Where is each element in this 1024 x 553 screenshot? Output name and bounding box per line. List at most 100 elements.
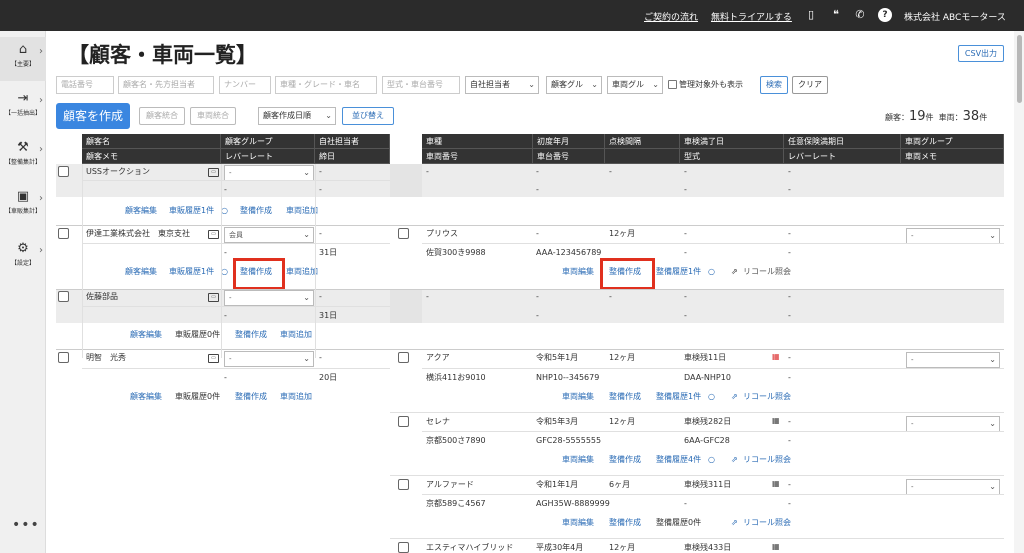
vehicle-group-select[interactable]: - ⌄ (906, 228, 1000, 244)
vehicle-group-select[interactable]: 車両グル ⌄ (607, 76, 663, 94)
model-grade-input[interactable]: 車種・グレード・車名 (275, 76, 377, 94)
phone-icon[interactable]: ✆ (853, 8, 867, 22)
id-card-icon[interactable]: ▭ (208, 354, 219, 363)
vehicle-model[interactable]: アクア (426, 350, 450, 365)
vehicle-model[interactable]: セレナ (426, 414, 450, 429)
edit-vehicle-link[interactable]: 車両編集 (562, 391, 594, 403)
sidebar-item-sales-stats[interactable]: ▣ 【車販集計】 › (0, 184, 46, 228)
document-icon[interactable]: ▯ (804, 8, 818, 22)
customer-name[interactable]: USSオークション (86, 164, 150, 179)
add-vehicle-link[interactable]: 車両追加 (280, 329, 312, 341)
create-maintenance-link[interactable]: 整備作成 (235, 329, 267, 341)
sidebar-item-extract[interactable]: ⇥ 【一括抽出】 › (0, 86, 46, 130)
vehicle-group-select[interactable]: - ⌄ (906, 479, 1000, 495)
add-vehicle-link[interactable]: 車両追加 (286, 266, 318, 278)
more-icon[interactable]: ••• (12, 517, 40, 533)
customer-name-input[interactable]: 顧客名・先方担当者 (118, 76, 214, 94)
add-vehicle-link[interactable]: 車両追加 (280, 391, 312, 403)
chat-icon[interactable]: ❝ (829, 8, 843, 22)
calendar-icon[interactable]: ▦ (772, 479, 780, 488)
row-checkbox[interactable] (58, 228, 69, 239)
create-maintenance-link[interactable]: 整備作成 (235, 391, 267, 403)
chat-bubble-icon[interactable]: ○ (708, 454, 715, 466)
customer-group-select[interactable]: - ⌄ (224, 290, 314, 306)
company-name[interactable]: 株式会社 ABCモータース (904, 10, 1006, 23)
page-scrollbar[interactable] (1014, 31, 1024, 553)
sort-button[interactable]: 並び替え (342, 107, 394, 125)
calendar-icon[interactable]: ▦ (772, 542, 780, 551)
create-customer-button[interactable]: 顧客を作成 (56, 103, 130, 129)
chat-bubble-icon[interactable]: ○ (708, 266, 715, 278)
scrollbar-thumb[interactable] (1017, 35, 1022, 103)
maintenance-history-link[interactable]: 整備履歴4件 (656, 454, 701, 466)
recall-inquiry-link[interactable]: リコール照会 (743, 454, 791, 466)
sidebar-item-main[interactable]: ⌂ 【主要】 › (0, 37, 46, 81)
sort-order-select[interactable]: 顧客作成日順 ⌄ (258, 107, 336, 125)
id-card-icon[interactable]: ▭ (208, 293, 219, 302)
add-vehicle-link[interactable]: 車両追加 (286, 205, 318, 217)
edit-customer-link[interactable]: 顧客編集 (130, 329, 162, 341)
calendar-icon[interactable]: ▦ (772, 352, 780, 361)
staff-select[interactable]: 自社担当者 ⌄ (465, 76, 539, 94)
vehicle-group-select[interactable]: - ⌄ (906, 416, 1000, 432)
edit-vehicle-link[interactable]: 車両編集 (562, 517, 594, 529)
contract-flow-link[interactable]: ご契約の流れ (644, 10, 698, 23)
edit-customer-link[interactable]: 顧客編集 (130, 391, 162, 403)
inspection-expiry: 車検残311日 (684, 480, 732, 489)
id-card-icon[interactable]: ▭ (208, 230, 219, 239)
vehicle-checkbox[interactable] (398, 479, 409, 490)
chat-bubble-icon[interactable]: ○ (708, 391, 715, 403)
customer-group-select[interactable]: - ⌄ (224, 165, 314, 181)
customer-name[interactable]: 佐藤部品 (86, 289, 118, 304)
clear-button[interactable]: クリア (792, 76, 828, 94)
search-button[interactable]: 検索 (760, 76, 788, 94)
chat-bubble-icon[interactable]: ○ (221, 205, 228, 217)
id-card-icon[interactable]: ▭ (208, 168, 219, 177)
edit-customer-link[interactable]: 顧客編集 (125, 205, 157, 217)
customer-name[interactable]: 伊達工業株式会社 東京支社 (86, 226, 190, 241)
maintenance-history-link[interactable]: 整備履歴1件 (656, 391, 701, 403)
create-maintenance-link[interactable]: 整備作成 (609, 517, 641, 529)
row-checkbox[interactable] (58, 291, 69, 302)
maintenance-history-link[interactable]: 整備履歴1件 (656, 266, 701, 278)
row-checkbox[interactable] (58, 166, 69, 177)
include-unmanaged-checkbox[interactable]: 管理対象外も表示 (668, 79, 743, 90)
customer-group-select[interactable]: - ⌄ (224, 351, 314, 367)
edit-vehicle-link[interactable]: 車両編集 (562, 266, 594, 278)
create-maintenance-link[interactable]: 整備作成 (609, 391, 641, 403)
merge-vehicles-button[interactable]: 車両統合 (190, 107, 236, 125)
calendar-icon[interactable]: ▦ (772, 416, 780, 425)
row-checkbox[interactable] (58, 352, 69, 363)
checkbox-box[interactable] (668, 80, 677, 89)
help-icon[interactable]: ? (878, 8, 892, 22)
create-maintenance-link[interactable]: 整備作成 (240, 205, 272, 217)
customer-group-select[interactable]: 顧客グル ⌄ (546, 76, 602, 94)
vehicle-model[interactable]: プリウス (426, 226, 458, 241)
vehicle-group-select[interactable]: - ⌄ (906, 352, 1000, 368)
recall-inquiry-link[interactable]: リコール照会 (743, 266, 791, 278)
sidebar-item-settings[interactable]: ⚙ 【設定】 › (0, 236, 46, 280)
sales-history-link[interactable]: 車販履歴1件 (169, 205, 214, 217)
sidebar-item-maintenance-stats[interactable]: ⚒ 【整備集計】 › (0, 135, 46, 179)
edit-customer-link[interactable]: 顧客編集 (125, 266, 157, 278)
create-maintenance-link[interactable]: 整備作成 (609, 454, 641, 466)
vehicle-checkbox[interactable] (398, 542, 409, 553)
plate-number-input[interactable]: ナンバー (219, 76, 271, 94)
edit-vehicle-link[interactable]: 車両編集 (562, 454, 594, 466)
customer-group-select[interactable]: 会員 ⌄ (224, 227, 314, 243)
customer-name[interactable]: 明智 光秀 (86, 350, 126, 365)
vehicle-model[interactable]: アルファード (426, 477, 474, 492)
chat-bubble-icon[interactable]: ○ (221, 266, 228, 278)
vehicle-model[interactable]: エスティマハイブリッド (426, 540, 513, 553)
type-chassis-input[interactable]: 型式・車台番号 (382, 76, 460, 94)
vehicle-checkbox[interactable] (398, 228, 409, 239)
free-trial-link[interactable]: 無料トライアルする (711, 10, 792, 23)
merge-customers-button[interactable]: 顧客統合 (139, 107, 185, 125)
vehicle-checkbox[interactable] (398, 352, 409, 363)
recall-inquiry-link[interactable]: リコール照会 (743, 391, 791, 403)
vehicle-checkbox[interactable] (398, 416, 409, 427)
csv-export-button[interactable]: CSV出力 (958, 45, 1004, 62)
sales-history-link[interactable]: 車販履歴1件 (169, 266, 214, 278)
phone-input[interactable]: 電話番号 (56, 76, 114, 94)
recall-inquiry-link[interactable]: リコール照会 (743, 517, 791, 529)
